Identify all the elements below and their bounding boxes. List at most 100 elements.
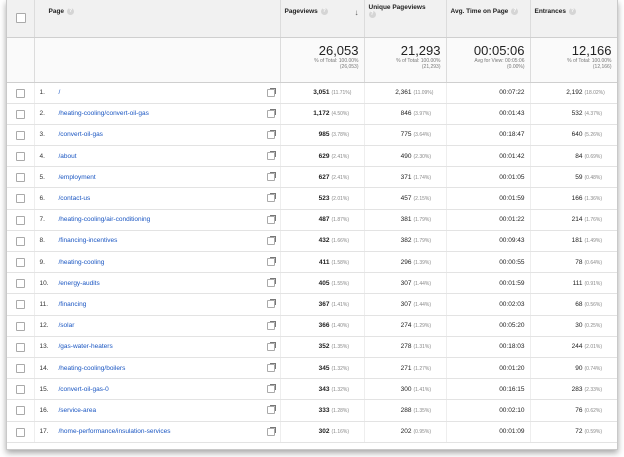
pageviews-value: 405 [318, 279, 330, 287]
external-link-icon[interactable] [266, 299, 276, 309]
total-value: 26,053 [318, 42, 359, 58]
total-count: (26,053) [339, 64, 359, 70]
avg-time-value: 00:02:03 [499, 300, 525, 308]
external-link-icon[interactable] [266, 214, 276, 224]
external-link-icon[interactable] [266, 172, 276, 182]
unique-pageviews-cell: 2,361 (11.09%) [364, 82, 447, 104]
external-link-icon[interactable] [266, 257, 276, 266]
entrances-percent: (5.26%) [584, 132, 603, 139]
external-link-icon[interactable] [266, 129, 276, 139]
row-checkbox[interactable] [16, 109, 25, 119]
avg-time-value: 00:07:22 [499, 89, 525, 97]
external-link-icon[interactable] [266, 405, 276, 415]
pageviews-percent: (2.41%) [331, 153, 350, 160]
table-row: 11. /financing 367 (1.41%) 307 (1.44%) 00:0… [7, 293, 617, 316]
help-icon[interactable]: ? [568, 8, 576, 15]
table-row: 2. /heating-cooling/convert-oil-gas 1,172… [7, 103, 617, 125]
pageviews-value: 366 [318, 322, 330, 330]
page-link[interactable]: /energy-audits [59, 280, 100, 287]
page-link[interactable]: /financing-incentives [59, 237, 118, 244]
unique-pageviews-percent: (0.95%) [413, 429, 432, 436]
pageviews-value: 345 [318, 364, 330, 372]
unique-pageviews-cell: 381 (1.79%) [364, 209, 447, 231]
page-link[interactable]: /heating-cooling/boilers [59, 365, 126, 372]
pageviews-cell: 3,051 (11.71%) [280, 82, 365, 104]
page-link[interactable]: /heating-cooling/convert-oil-gas [59, 110, 149, 117]
pageviews-cell: 345 (1.32%) [280, 357, 365, 380]
page-link[interactable]: /convert-oil-gas-0 [59, 386, 109, 393]
row-checkbox[interactable] [16, 152, 25, 162]
external-link-icon[interactable] [266, 341, 276, 351]
row-checkbox[interactable] [16, 258, 25, 267]
row-checkbox[interactable] [16, 130, 25, 140]
external-link-icon[interactable] [266, 426, 276, 436]
help-icon[interactable]: ? [320, 8, 328, 15]
row-checkbox[interactable] [16, 194, 25, 204]
column-header-unique-pageviews[interactable]: Unique Pageviews? [364, 0, 447, 38]
page-link[interactable]: / [59, 89, 61, 96]
external-link-icon[interactable] [266, 278, 276, 288]
page-link[interactable]: /contact-us [59, 195, 91, 202]
page-link[interactable]: /employment [59, 174, 96, 181]
pageviews-percent: (2.41%) [331, 174, 350, 181]
external-link-icon[interactable] [266, 193, 276, 203]
help-icon[interactable]: ? [67, 8, 75, 15]
entrances-cell: 68 (0.56%) [530, 293, 617, 316]
column-header-avg-time[interactable]: Avg. Time on Page? [446, 0, 531, 38]
external-link-icon[interactable] [266, 362, 276, 372]
page-link[interactable]: /gas-water-heaters [59, 343, 113, 350]
page-link[interactable]: /solar [59, 322, 75, 329]
pageviews-cell: 366 (1.40%) [280, 315, 365, 337]
unique-pageviews-value: 382 [400, 237, 412, 245]
unique-pageviews-percent: (1.79%) [413, 217, 432, 224]
avg-time-value: 00:01:09 [499, 428, 525, 436]
unique-pageviews-percent: (11.09%) [413, 90, 434, 97]
unique-pageviews-value: 490 [400, 152, 412, 160]
sort-descending-icon[interactable]: ↓ [355, 8, 359, 17]
row-checkbox[interactable] [16, 406, 25, 416]
row-checkbox[interactable] [16, 342, 25, 352]
row-checkbox[interactable] [16, 427, 25, 437]
row-checkbox[interactable] [16, 173, 25, 183]
row-select-cell [7, 124, 35, 147]
help-icon[interactable]: ? [511, 8, 519, 15]
external-link-icon[interactable] [266, 384, 276, 394]
row-checkbox[interactable] [16, 363, 25, 373]
external-link-icon[interactable] [266, 320, 276, 330]
page-link[interactable]: /about [59, 153, 77, 160]
page-link[interactable]: /financing [59, 301, 87, 308]
row-checkbox[interactable] [16, 236, 25, 246]
external-link-icon[interactable] [266, 108, 276, 118]
select-all-checkbox[interactable] [16, 13, 26, 23]
entrances-cell: 244 (2.01%) [530, 336, 617, 358]
entrances-value: 84 [575, 152, 583, 160]
pageviews-value: 432 [318, 237, 330, 245]
table-row: 13./gas-water-heaters 352 (1.35%) 278 (1.3… [7, 336, 617, 358]
row-checkbox[interactable] [16, 385, 25, 395]
unique-pageviews-cell: 288 (1.35%) [364, 399, 447, 422]
page-link[interactable]: /convert-oil-gas [59, 131, 103, 138]
unique-pageviews-percent: (2.15%) [413, 196, 432, 203]
unique-pageviews-value: 300 [400, 385, 412, 393]
page-link[interactable]: /home-performance/insulation-services [59, 428, 171, 435]
page-link[interactable]: /service-area [59, 407, 97, 414]
column-header-entrances[interactable]: Entrances? [530, 0, 617, 38]
entrances-cell: 2,192 (18.02%) [530, 82, 617, 104]
entrances-percent: (0.25%) [584, 323, 603, 330]
page-cell: 7. /heating-cooling/air-conditioning [34, 209, 281, 231]
help-icon[interactable]: ? [368, 11, 376, 18]
entrances-percent: (1.49%) [584, 238, 603, 245]
page-link[interactable]: /heating-cooling [59, 259, 105, 266]
row-checkbox[interactable] [16, 279, 25, 289]
row-checkbox[interactable] [16, 215, 25, 225]
page-link[interactable]: /heating-cooling/air-conditioning [59, 216, 151, 223]
row-checkbox[interactable] [16, 300, 25, 310]
row-checkbox[interactable] [16, 88, 25, 98]
column-header-pageviews[interactable]: Pageviews? ↓ [280, 0, 365, 38]
entrances-value: 59 [575, 173, 583, 181]
column-header-page[interactable]: Page? [34, 0, 281, 38]
external-link-icon[interactable] [266, 151, 276, 161]
row-checkbox[interactable] [16, 321, 25, 331]
external-link-icon[interactable] [266, 235, 276, 245]
external-link-icon[interactable] [266, 87, 276, 97]
